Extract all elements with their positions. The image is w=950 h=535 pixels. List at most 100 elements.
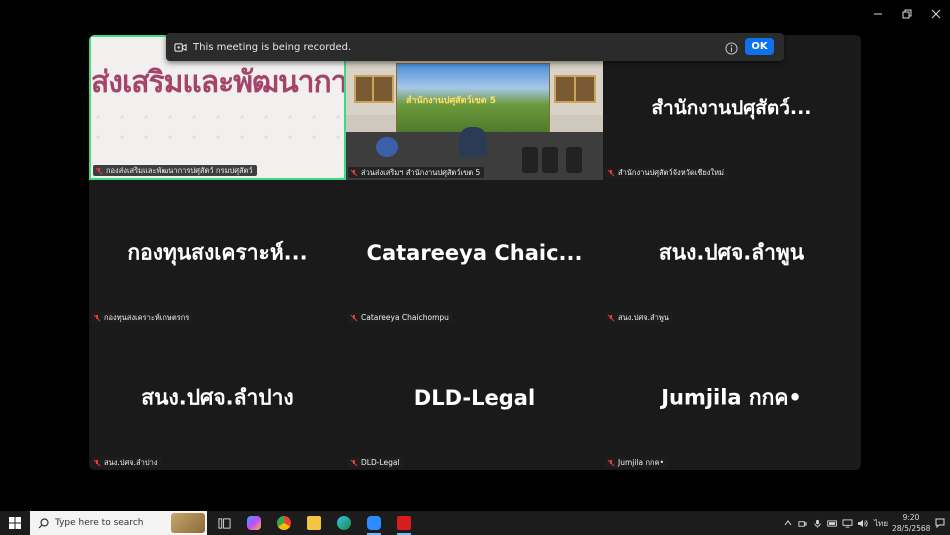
participant-display-name: Jumjila กกค•	[661, 385, 802, 409]
search-placeholder: Type here to search	[55, 518, 144, 528]
meet-now-icon	[798, 520, 807, 527]
window-controls	[863, 0, 950, 28]
chrome-button[interactable]	[269, 511, 299, 535]
info-icon[interactable]	[725, 40, 739, 55]
mic-muted-icon	[607, 169, 615, 177]
participant-name: ส่วนส่งเสริมฯ สำนักงานปศุสัตว์เขต 5	[361, 167, 481, 177]
volume-icon	[858, 519, 868, 527]
network-button[interactable]	[840, 511, 855, 535]
battery-icon	[827, 519, 837, 527]
chair	[542, 147, 558, 173]
minimize-button[interactable]	[863, 0, 892, 28]
participant-label: สนง.ปศจ.ลำพูน	[605, 312, 673, 323]
task-view-icon	[217, 517, 231, 529]
portrait-frame	[554, 75, 576, 103]
chair	[566, 147, 582, 173]
chevron-up-icon	[784, 520, 791, 526]
mic-muted-icon	[95, 167, 103, 175]
participant-tile[interactable]: Catareeya Chaic... Catareeya Chaichompu	[346, 180, 603, 325]
microphone-button[interactable]	[810, 511, 825, 535]
portrait-frame	[372, 75, 394, 103]
search-highlight-image	[171, 513, 205, 533]
participant-name: สนง.ปศจ.ลำพูน	[618, 312, 669, 322]
zoom-icon	[367, 516, 381, 530]
participant-label: ส่วนส่งเสริมฯ สำนักงานปศุสัตว์เขต 5	[348, 167, 485, 178]
participant-name: กองส่งเสริมและพัฒนาการปศุสัตว์ กรมปศุสัต…	[106, 165, 253, 175]
participant-tile[interactable]: สนง.ปศจ.ลำพูน สนง.ปศจ.ลำพูน	[603, 180, 860, 325]
participant-name: Jumjila กกค•	[618, 457, 665, 467]
mic-muted-icon	[93, 459, 101, 467]
mic-muted-icon	[350, 314, 358, 322]
close-icon	[931, 9, 940, 19]
participant-label: กองทุนสงเคราะห์เกษตรกร	[91, 312, 194, 323]
recording-camera-icon	[174, 40, 188, 54]
mic-muted-icon	[93, 314, 101, 322]
battery-button[interactable]	[825, 511, 840, 535]
zoom-button[interactable]	[359, 511, 389, 535]
microphone-icon	[814, 519, 821, 528]
notifications-button[interactable]	[930, 518, 950, 528]
participant-name: สนง.ปศจ.ลำปาง	[104, 457, 158, 467]
video-feed-background	[91, 109, 344, 149]
acrobat-icon	[397, 516, 411, 530]
mic-muted-icon	[350, 459, 358, 467]
edge-button[interactable]	[329, 511, 359, 535]
participant-label: สนง.ปศจ.ลำปาง	[91, 457, 162, 468]
edge-icon	[337, 516, 351, 530]
recording-message: This meeting is being recorded.	[193, 41, 352, 53]
copilot-icon	[247, 516, 261, 530]
file-explorer-button[interactable]	[299, 511, 329, 535]
search-icon	[38, 517, 49, 528]
participant-label: Catareeya Chaichompu	[348, 312, 453, 323]
windows-icon	[9, 517, 21, 529]
acrobat-button[interactable]	[389, 511, 419, 535]
participant-name: กองทุนสงเคราะห์เกษตรกร	[104, 312, 190, 322]
clock-time: 9:20	[902, 513, 920, 522]
mic-muted-icon	[350, 169, 358, 177]
participant-display-name: สนง.ปศจ.ลำพูน	[658, 240, 805, 264]
participant-display-name: Catareeya Chaic...	[366, 240, 583, 265]
participant-label: สำนักงานปศุสัตว์จังหวัดเชียงใหม่	[605, 167, 728, 178]
participant-label: กองส่งเสริมและพัฒนาการปศุสัตว์ กรมปศุสัต…	[93, 165, 257, 176]
participant-tile[interactable]: สนง.ปศจ.ลำปาง สนง.ปศจ.ลำปาง	[89, 325, 346, 470]
copilot-button[interactable]	[239, 511, 269, 535]
participant-name: DLD-Legal	[361, 458, 400, 467]
participant-tile[interactable]: Jumjila กกค• Jumjila กกค•	[603, 325, 860, 470]
participant-display-name: สนง.ปศจ.ลำปาง	[141, 385, 294, 409]
taskbar-clock[interactable]: 9:20 28/5/2568	[892, 512, 930, 534]
mic-muted-icon	[607, 314, 615, 322]
chair	[522, 147, 538, 173]
portrait-frame	[574, 75, 596, 103]
ok-button[interactable]: OK	[745, 38, 774, 55]
meet-now-button[interactable]	[795, 511, 810, 535]
participant-name: Catareeya Chaichompu	[361, 313, 449, 322]
video-gallery: ส่งเสริมและพัฒนากา กองส่งเสริมและพัฒนากา…	[89, 35, 861, 470]
input-language[interactable]: ไทย	[874, 517, 888, 530]
video-feed-text: ส่งเสริมและพัฒนากา	[91, 65, 344, 99]
network-icon	[842, 518, 853, 528]
close-button[interactable]	[921, 0, 950, 28]
start-button[interactable]	[0, 511, 30, 535]
recording-notification: This meeting is being recorded. OK	[166, 33, 784, 61]
chrome-icon	[277, 516, 291, 530]
participant-display-name: กองทุนสงเคราะห์...	[127, 240, 308, 264]
system-tray: ไทย 9:20 28/5/2568	[780, 511, 950, 535]
participant-display-name: สำนักงานปศุสัตว์...	[651, 96, 812, 119]
participant-tile[interactable]: กองทุนสงเคราะห์... กองทุนสงเคราะห์เกษตรก…	[89, 180, 346, 325]
mic-muted-icon	[607, 459, 615, 467]
notification-icon	[935, 518, 945, 528]
file-explorer-icon	[307, 516, 321, 530]
poster-text: สำนักงานปศุสัตว์เขต 5	[406, 96, 497, 106]
taskbar-search-box[interactable]: Type here to search	[30, 511, 207, 535]
participant-label: Jumjila กกค•	[605, 457, 669, 468]
participant-tile[interactable]: DLD-Legal DLD-Legal	[346, 325, 603, 470]
volume-button[interactable]	[855, 511, 870, 535]
participant-display-name: DLD-Legal	[413, 385, 536, 410]
minimize-icon	[873, 13, 882, 15]
plant	[376, 137, 398, 157]
show-hidden-icons-button[interactable]	[780, 511, 795, 535]
participant-label: DLD-Legal	[348, 457, 404, 468]
restore-button[interactable]	[892, 0, 921, 28]
task-view-button[interactable]	[209, 511, 239, 535]
taskbar: Type here to search ไทย 9:20 28/5/2568	[0, 511, 950, 535]
